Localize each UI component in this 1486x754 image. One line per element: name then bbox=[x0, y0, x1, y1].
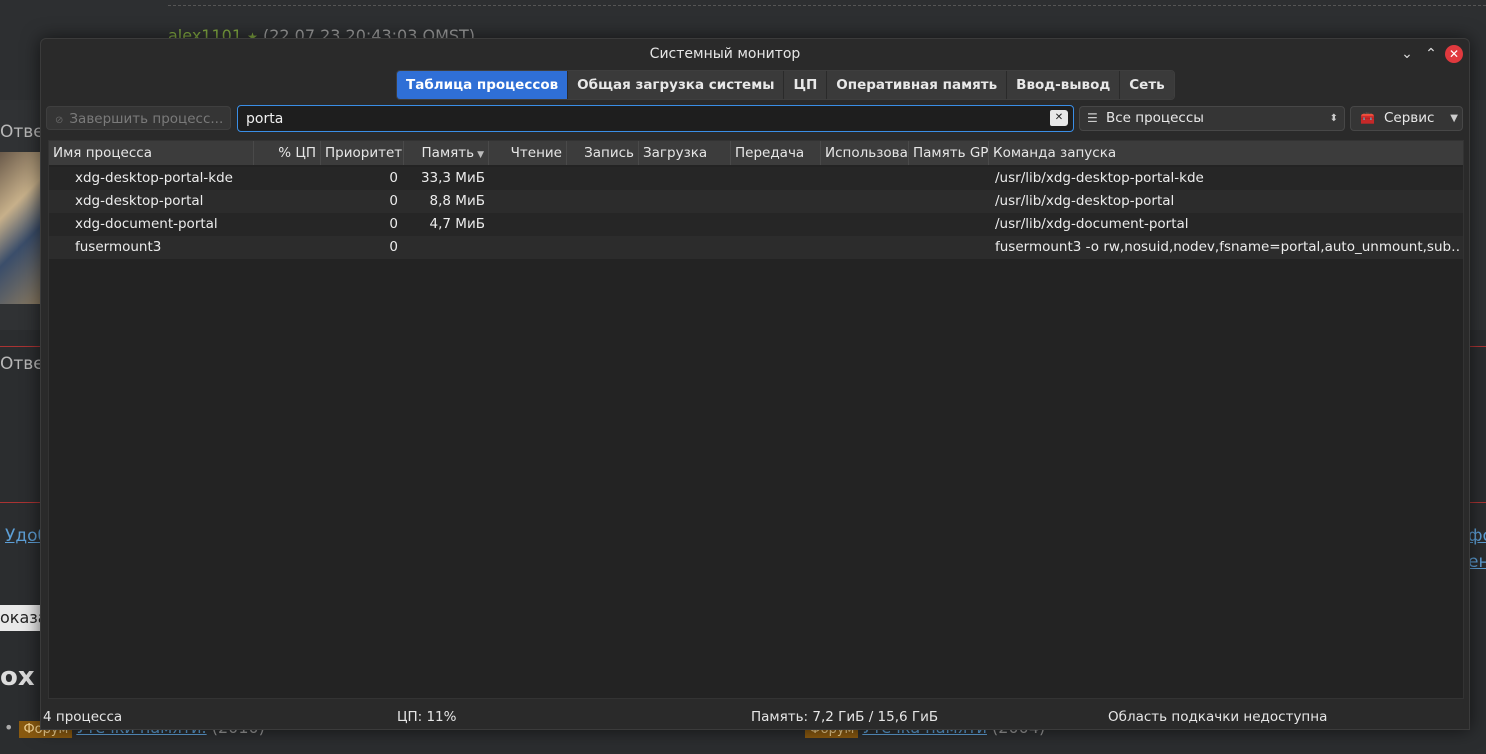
process-table: Имя процесса % ЦП Приоритет Память ▼ Чтен… bbox=[48, 140, 1464, 699]
tab-memory[interactable]: Оперативная память bbox=[827, 71, 1008, 99]
tab-bar: Таблица процессов Общая загрузка системы… bbox=[396, 70, 1175, 100]
chevron-down-icon: ▼ bbox=[1450, 113, 1458, 124]
kill-process-label: Завершить процесс... bbox=[69, 111, 224, 127]
column-header-command[interactable]: Команда запуска bbox=[989, 141, 1463, 165]
maximize-icon[interactable]: ⌃ bbox=[1422, 45, 1440, 63]
cell-priority: 0 bbox=[389, 193, 398, 209]
cell-command: /usr/lib/xdg-document-portal bbox=[995, 216, 1189, 232]
column-header-priority[interactable]: Приоритет bbox=[321, 141, 404, 165]
column-header-memory[interactable]: Память ▼ bbox=[404, 141, 489, 165]
column-header-write[interactable]: Запись bbox=[567, 141, 639, 165]
cell-memory: 4,7 МиБ bbox=[429, 216, 485, 232]
tab-cpu[interactable]: ЦП bbox=[784, 71, 828, 99]
minimize-icon[interactable]: ⌄ bbox=[1398, 45, 1416, 63]
background-heading: ох bbox=[0, 662, 35, 692]
tab-io[interactable]: Ввод-вывод bbox=[1007, 71, 1121, 99]
cell-name: xdg-document-portal bbox=[75, 216, 218, 232]
clear-search-icon[interactable]: ✕ bbox=[1050, 110, 1068, 126]
column-header-memory-label: Память bbox=[421, 145, 475, 161]
table-row[interactable]: xdg-desktop-portal-kde 0 33,3 МиБ /usr/l… bbox=[49, 167, 1463, 190]
search-input[interactable] bbox=[244, 108, 1048, 130]
table-row[interactable]: xdg-desktop-portal 0 8,8 МиБ /usr/lib/xd… bbox=[49, 190, 1463, 213]
close-icon[interactable]: ✕ bbox=[1445, 45, 1463, 63]
process-filter-value: Все процессы bbox=[1106, 110, 1204, 126]
background-reply-link-1[interactable]: Отве bbox=[0, 122, 44, 142]
background-input[interactable]: оказа bbox=[0, 605, 40, 631]
column-header-upload[interactable]: Передача bbox=[731, 141, 821, 165]
cell-name: xdg-desktop-portal-kde bbox=[75, 170, 233, 186]
tab-process-table[interactable]: Таблица процессов bbox=[397, 71, 569, 99]
column-header-gpu-memory[interactable]: Память GPU bbox=[909, 141, 989, 165]
status-bar: 4 процесса ЦП: 11% Память: 7,2 ГиБ / 15,… bbox=[41, 709, 1469, 729]
status-cpu: ЦП: 11% bbox=[397, 709, 457, 725]
toolbox-icon: 🧰 bbox=[1360, 111, 1375, 125]
background-link-right-1[interactable]: фо bbox=[1468, 526, 1486, 546]
table-header: Имя процесса % ЦП Приоритет Память ▼ Чтен… bbox=[49, 141, 1463, 165]
table-row[interactable]: fusermount3 0 fusermount3 -o rw,nosuid,n… bbox=[49, 236, 1463, 259]
tab-network[interactable]: Сеть bbox=[1120, 71, 1174, 99]
column-header-name[interactable]: Имя процесса bbox=[49, 141, 254, 165]
list-icon: ☰ bbox=[1087, 111, 1098, 125]
cell-command: /usr/lib/xdg-desktop-portal-kde bbox=[995, 170, 1204, 186]
cell-command: /usr/lib/xdg-desktop-portal bbox=[995, 193, 1175, 209]
cell-name: fusermount3 bbox=[75, 239, 162, 255]
updown-arrow-icon: ⬍ bbox=[1329, 113, 1338, 124]
cell-priority: 0 bbox=[389, 216, 398, 232]
service-menu-button[interactable]: 🧰 Сервис ▼ bbox=[1350, 106, 1463, 131]
cell-name: xdg-desktop-portal bbox=[75, 193, 204, 209]
table-row[interactable]: xdg-document-portal 0 4,7 МиБ /usr/lib/x… bbox=[49, 213, 1463, 236]
process-filter-select[interactable]: ☰ Все процессы ⬍ bbox=[1079, 106, 1345, 131]
titlebar[interactable]: Системный монитор ⌄ ⌃ ✕ bbox=[41, 39, 1469, 69]
status-memory: Память: 7,2 ГиБ / 15,6 ГиБ bbox=[751, 709, 939, 725]
background-reply-link-2[interactable]: Отве bbox=[0, 354, 44, 374]
cell-memory: 33,3 МиБ bbox=[420, 170, 485, 186]
column-header-download[interactable]: Загрузка bbox=[639, 141, 731, 165]
column-header-gpu-usage[interactable]: Использова bbox=[821, 141, 909, 165]
column-header-cpu[interactable]: % ЦП bbox=[254, 141, 321, 165]
service-label: Сервис bbox=[1384, 110, 1435, 126]
status-swap: Область подкачки недоступна bbox=[1108, 709, 1328, 725]
column-header-read[interactable]: Чтение bbox=[489, 141, 567, 165]
window-title: Системный монитор bbox=[649, 46, 801, 62]
system-monitor-window: Системный монитор ⌄ ⌃ ✕ Таблица процессо… bbox=[40, 38, 1470, 730]
cell-priority: 0 bbox=[389, 170, 398, 186]
cell-memory: 8,8 МиБ bbox=[429, 193, 485, 209]
background-photo bbox=[0, 152, 40, 304]
search-box: ✕ bbox=[237, 105, 1074, 132]
background-divider bbox=[168, 5, 1486, 6]
cell-priority: 0 bbox=[389, 239, 398, 255]
tab-system-load[interactable]: Общая загрузка системы bbox=[568, 71, 785, 99]
status-process-count: 4 процесса bbox=[43, 709, 123, 725]
kill-process-button[interactable]: ⊘ Завершить процесс... bbox=[46, 106, 231, 130]
kill-icon: ⊘ bbox=[55, 115, 64, 126]
cell-command: fusermount3 -o rw,nosuid,nodev,fsname=po… bbox=[995, 239, 1461, 255]
sort-down-icon: ▼ bbox=[477, 150, 484, 160]
background-link-right-2[interactable]: ена bbox=[1468, 552, 1486, 572]
bullet-icon: • bbox=[4, 718, 14, 737]
cell-memory bbox=[404, 236, 485, 259]
